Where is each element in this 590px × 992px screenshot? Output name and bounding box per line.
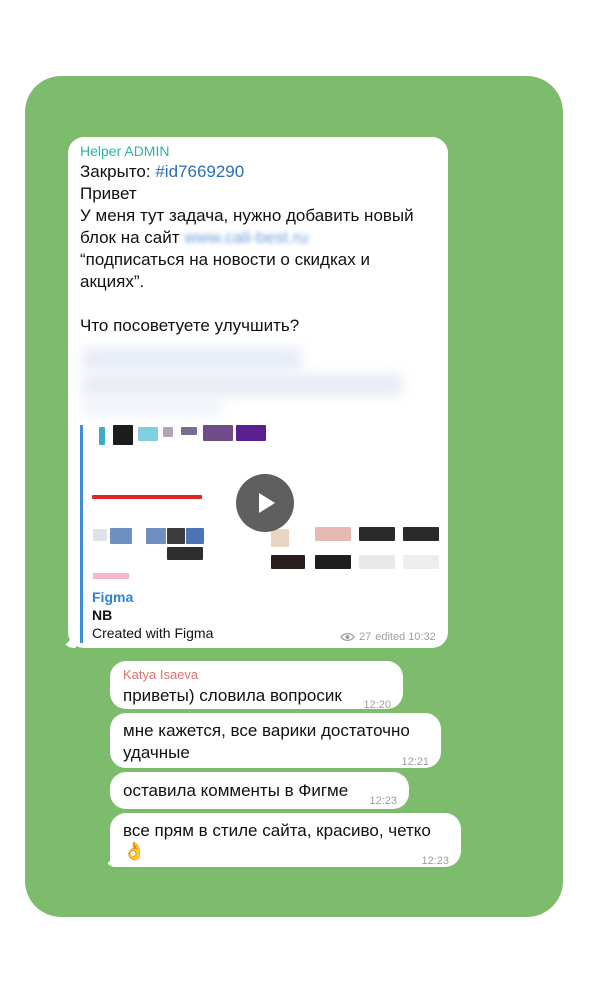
reply-text: оставила комменты в Фигме	[123, 781, 349, 800]
preview-thumbnail	[146, 528, 166, 544]
link-preview[interactable]: Figma NB Created with Figma	[80, 425, 441, 643]
preview-thumbnail	[167, 547, 203, 560]
ok-hand-emoji: 👌	[123, 841, 146, 861]
preview-thumbnail	[93, 573, 129, 579]
reply-time: 12:23	[421, 855, 449, 867]
preview-description: Created with Figma	[92, 625, 214, 641]
question-line: Что посоветуете улучшить?	[80, 316, 300, 335]
preview-thumbnail	[271, 555, 305, 569]
preview-title: NB	[92, 607, 113, 623]
reply-text-line-1: мне кажется, все варики достаточно	[123, 721, 410, 740]
preview-thumbnail	[359, 527, 395, 541]
reply-bubble[interactable]: все прям в стиле сайта, красиво, четко 👌…	[110, 813, 461, 867]
quote-line-1: “подписаться на новости о скидках и	[80, 250, 370, 269]
preview-thumbnail	[359, 555, 395, 569]
views-count: 27	[359, 631, 372, 643]
preview-thumbnail	[203, 425, 233, 441]
message-meta: 27 edited 10:32	[340, 631, 436, 643]
task-line-2: блок на сайт www.cali-best.ru	[80, 227, 440, 249]
preview-thumbnail	[163, 427, 173, 437]
reply-time: 12:21	[401, 756, 429, 768]
quote-line-2: акциях”.	[80, 272, 145, 291]
preview-thumbnail	[186, 528, 204, 544]
ticket-id-link[interactable]: #id7669290	[155, 162, 244, 181]
reply-text-line-2: удачные	[123, 743, 190, 762]
site-link[interactable]: www.cali-best.ru	[184, 228, 308, 247]
reply-text-line-1: все прям в стиле сайта, красиво, четко	[123, 821, 431, 840]
edited-time: edited 10:32	[375, 631, 436, 643]
closed-label: Закрыто:	[80, 162, 156, 181]
preview-thumbnail	[403, 555, 439, 569]
reply-bubble[interactable]: мне кажется, все варики достаточно удачн…	[110, 713, 441, 768]
preview-thumbnail	[113, 425, 133, 445]
preview-thumbnail	[93, 529, 107, 541]
preview-thumbnail	[315, 555, 351, 569]
preview-thumbnail	[110, 528, 132, 544]
preview-site-name[interactable]: Figma	[92, 589, 133, 605]
reply-time: 12:23	[369, 795, 397, 807]
preview-thumbnail	[315, 527, 351, 541]
preview-thumbnail	[271, 529, 289, 547]
reply-sender-name[interactable]: Katya Isaeva	[123, 666, 198, 684]
reply-bubble[interactable]: оставила комменты в Фигме 12:23	[110, 772, 409, 809]
eye-icon	[340, 632, 355, 642]
preview-thumbnail	[181, 427, 197, 435]
preview-thumbnail	[138, 427, 158, 441]
task-line-2-text: блок на сайт	[80, 228, 185, 247]
preview-red-bar	[92, 495, 202, 499]
preview-thumbnail	[99, 427, 105, 445]
task-line-1: У меня тут задача, нужно добавить новый	[80, 206, 414, 225]
reply-text: приветы) словила вопросик	[123, 686, 342, 705]
blurred-content	[82, 348, 302, 370]
greeting-line: Привет	[80, 184, 137, 203]
message-text: Закрыто: #id7669290 Привет У меня тут за…	[80, 161, 440, 337]
admin-sender-name[interactable]: Helper ADMIN	[80, 142, 169, 160]
preview-thumbnail	[236, 425, 266, 441]
blurred-content	[82, 400, 222, 414]
closed-line: Закрыто: #id7669290	[80, 161, 440, 183]
preview-thumbnail	[167, 528, 185, 544]
play-icon[interactable]	[236, 474, 294, 532]
reply-bubble[interactable]: Katya Isaeva приветы) словила вопросик 1…	[110, 661, 403, 711]
blurred-content	[82, 374, 402, 396]
preview-thumbnail	[403, 527, 439, 541]
